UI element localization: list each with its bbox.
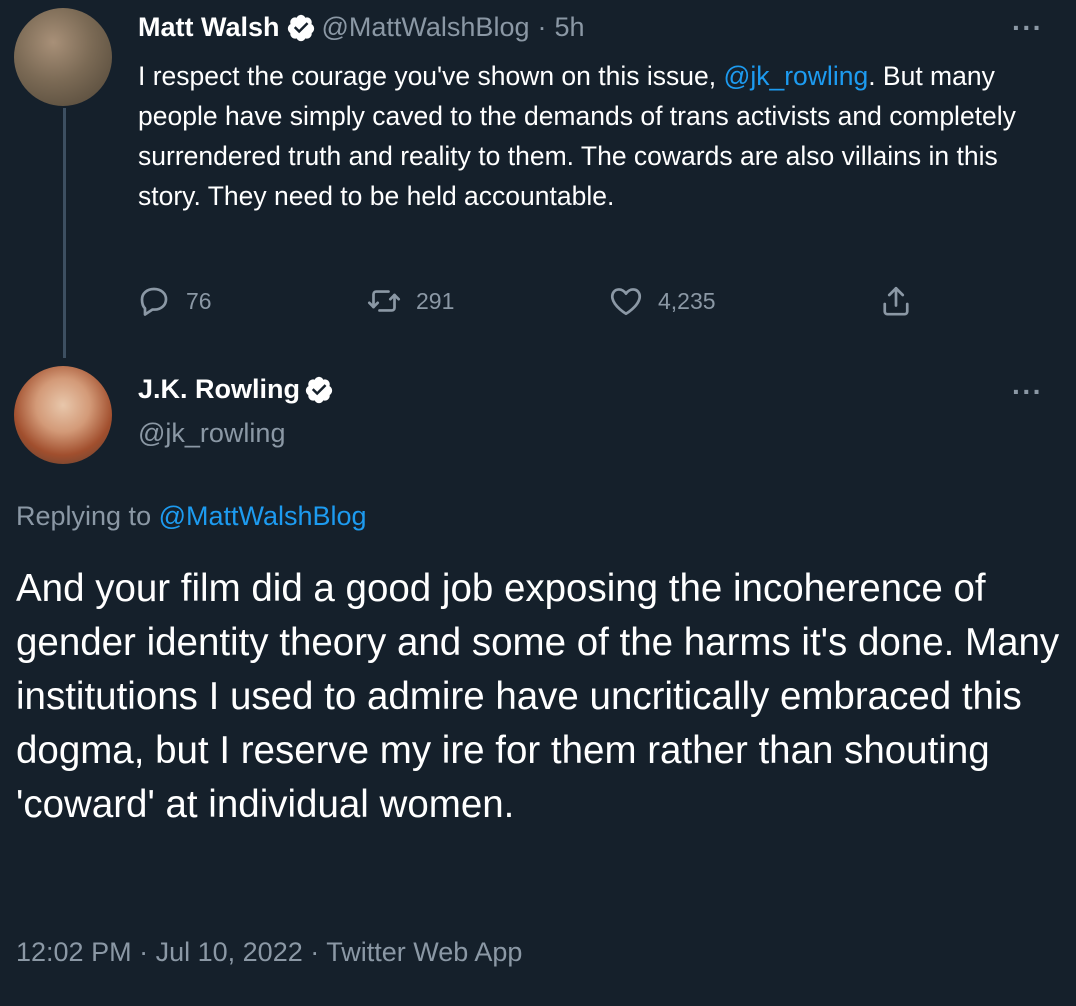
- heart-icon: [610, 288, 642, 316]
- reply-icon: [140, 287, 168, 316]
- thread-connector-line: [63, 108, 66, 358]
- retweet-count: 291: [416, 287, 455, 314]
- tweet1-header: Matt Walsh @MattWalshBlog · 5h: [138, 12, 585, 43]
- retweet-icon: [367, 290, 401, 312]
- tweet2-metadata: 12:02 PM · Jul 10, 2022 · Twitter Web Ap…: [16, 937, 522, 968]
- tweet2-more-options-button[interactable]: ···: [1012, 376, 1043, 408]
- verified-badge-icon: [287, 14, 314, 41]
- tweet2-date[interactable]: Jul 10, 2022: [156, 937, 303, 967]
- tweet2-author-name[interactable]: J.K. Rowling: [138, 374, 300, 405]
- replying-to-handle-link[interactable]: @MattWalshBlog: [159, 501, 367, 531]
- tweet1-timestamp[interactable]: 5h: [554, 12, 584, 43]
- like-button[interactable]: 4,235: [608, 283, 716, 319]
- tweet1-author-handle[interactable]: @MattWalshBlog: [322, 12, 530, 43]
- reply-button[interactable]: 76: [136, 283, 212, 319]
- tweet1-mention-link[interactable]: @jk_rowling: [723, 61, 868, 91]
- like-count: 4,235: [658, 287, 716, 314]
- header-separator: ·: [537, 12, 547, 42]
- tweet1-body: I respect the courage you've shown on th…: [138, 56, 1043, 216]
- verified-badge-icon: [305, 376, 333, 403]
- avatar-jk-rowling[interactable]: [14, 366, 112, 464]
- reply-count: 76: [186, 287, 212, 314]
- tweet1-author-name[interactable]: Matt Walsh: [138, 12, 280, 43]
- tweet2-time[interactable]: 12:02 PM: [16, 937, 132, 967]
- tweet2-source[interactable]: Twitter Web App: [326, 937, 522, 967]
- avatar-matt-walsh[interactable]: [14, 8, 112, 106]
- meta-separator-1: ·: [139, 937, 149, 967]
- share-icon: [883, 286, 909, 316]
- tweet2-author-handle[interactable]: @jk_rowling: [138, 418, 285, 449]
- replying-to-label: Replying to: [16, 501, 159, 531]
- tweet1-more-options-button[interactable]: ···: [1012, 12, 1043, 44]
- share-button[interactable]: [878, 283, 928, 319]
- retweet-button[interactable]: 291: [366, 283, 454, 319]
- tweet2-body: And your film did a good job exposing th…: [16, 567, 1060, 826]
- replying-to-line: Replying to @MattWalshBlog: [16, 501, 367, 532]
- tweet1-text-part1: I respect the courage you've shown on th…: [138, 61, 724, 91]
- tweet2-header: J.K. Rowling: [138, 374, 340, 405]
- meta-separator-2: ·: [310, 937, 320, 967]
